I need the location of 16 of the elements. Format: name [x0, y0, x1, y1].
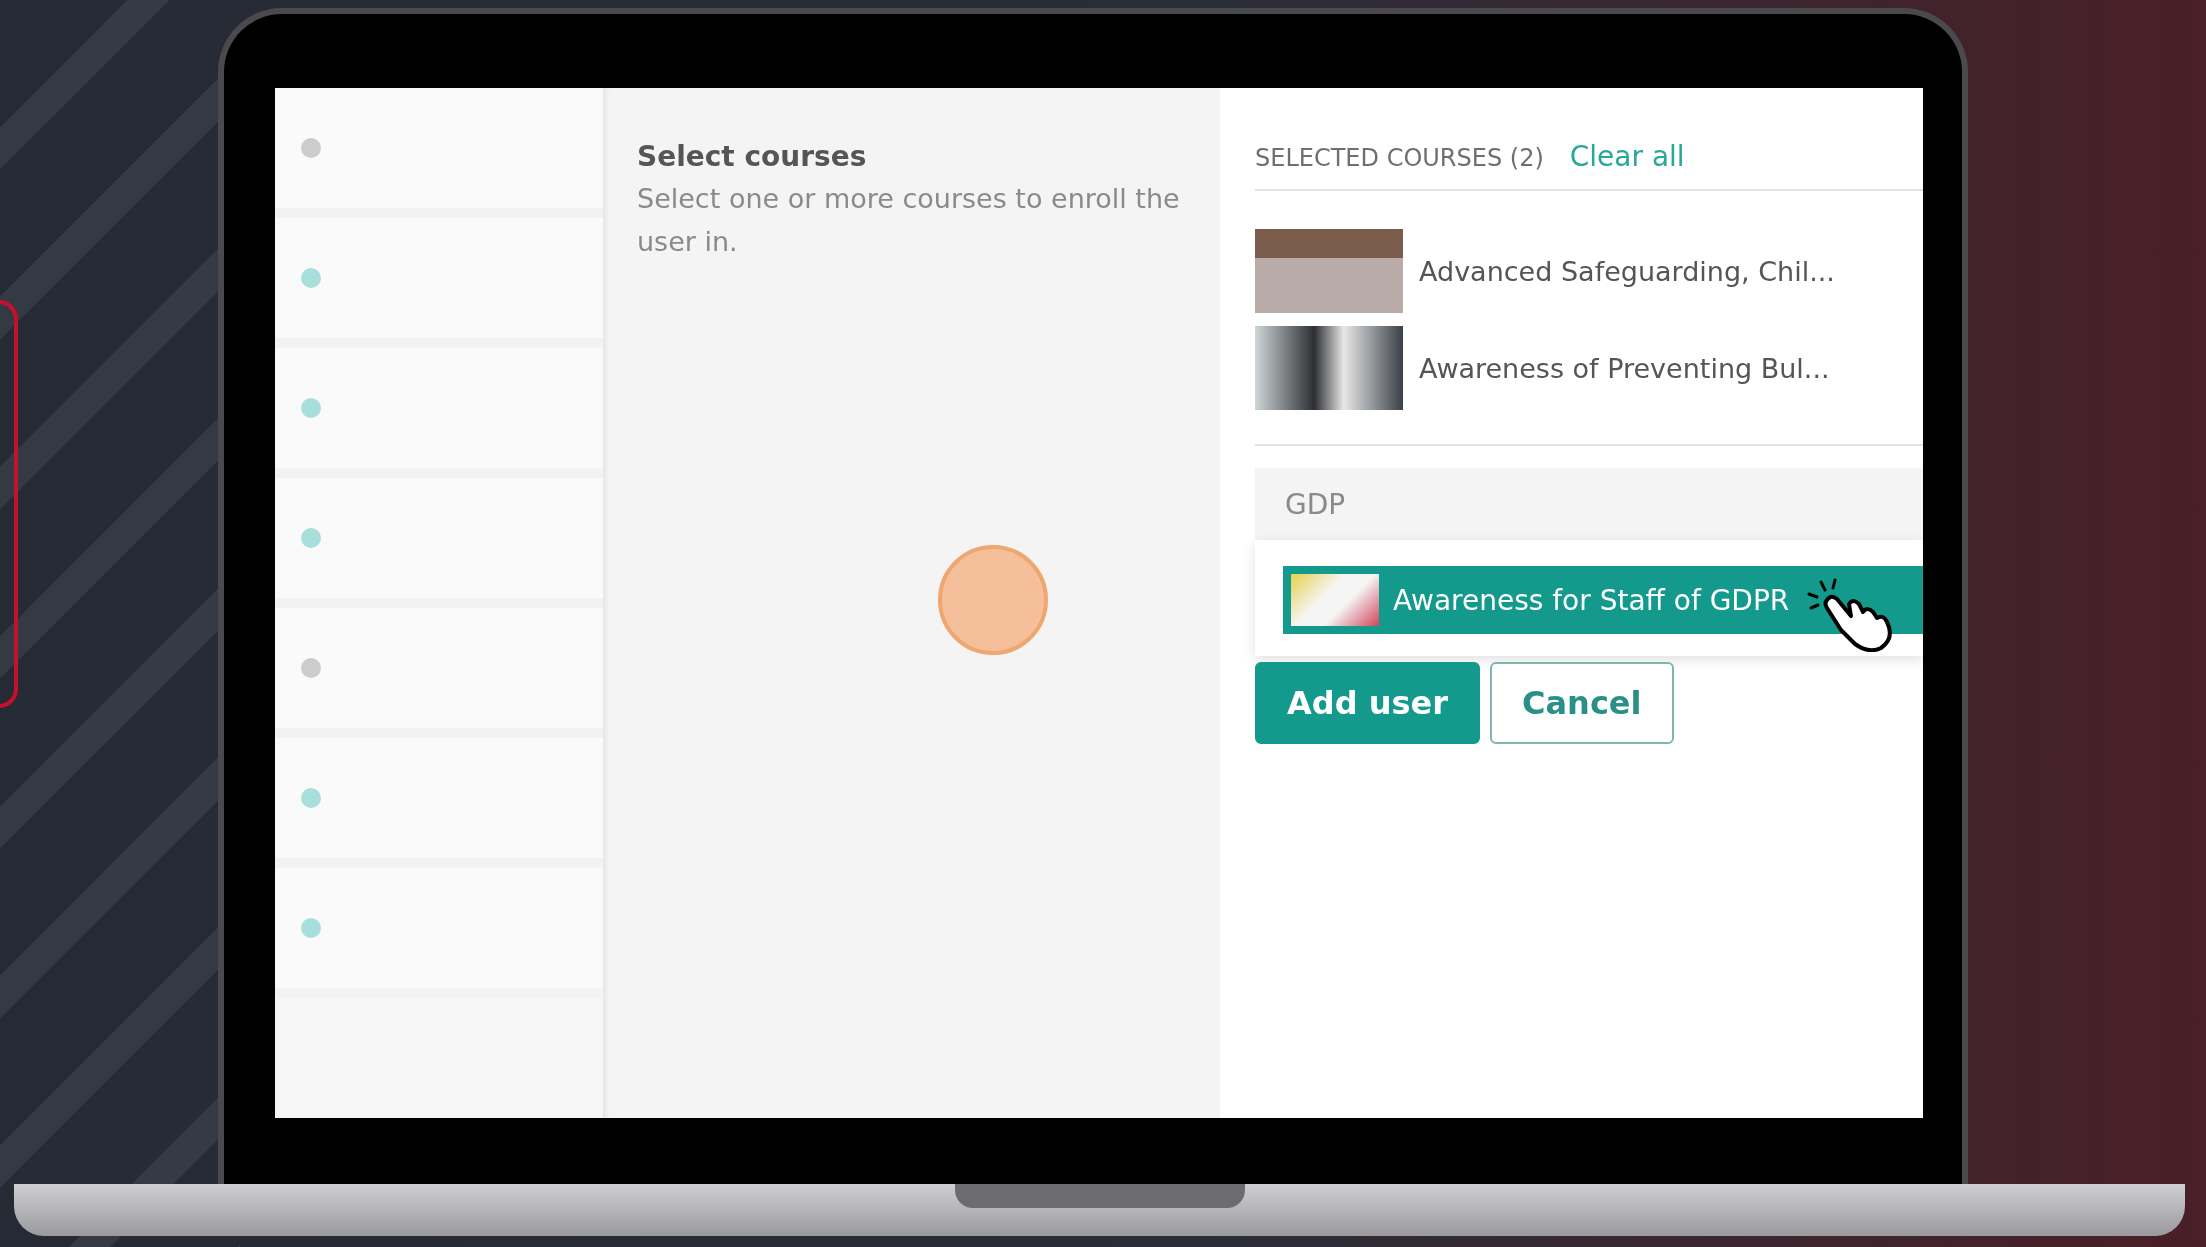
user-row[interactable] — [275, 738, 603, 858]
section-description: Select one or more courses to enroll the user in. — [637, 182, 1181, 259]
add-user-button[interactable]: Add user — [1255, 662, 1481, 744]
user-row[interactable] — [275, 868, 603, 988]
selected-courses-heading: SELECTED COURSES (2) — [1255, 144, 1544, 172]
user-row[interactable] — [275, 478, 603, 598]
section-title: Select courses — [637, 140, 868, 173]
course-title: Advanced Safeguarding, Chil... — [1419, 255, 1835, 287]
user-row[interactable] — [275, 348, 603, 468]
course-title: Awareness of Preventing Bul... — [1419, 352, 1830, 384]
clear-all-link[interactable]: Clear all — [1569, 140, 1685, 173]
user-row[interactable] — [275, 608, 603, 728]
user-row[interactable] — [275, 88, 603, 208]
cancel-button[interactable]: Cancel — [1490, 662, 1674, 744]
course-search-field[interactable]: GDP — [1255, 468, 1923, 540]
user-row[interactable] — [275, 218, 603, 338]
